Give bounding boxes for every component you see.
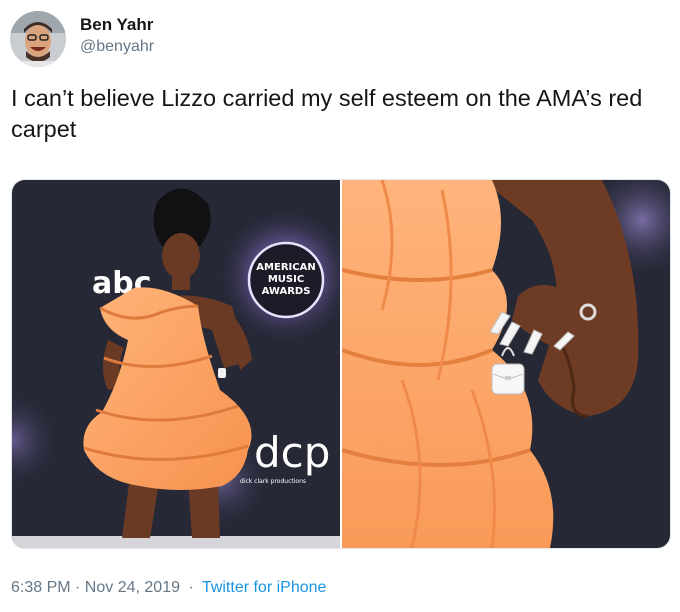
svg-text:dcp: dcp bbox=[254, 428, 330, 477]
author-handle[interactable]: @benyahr bbox=[80, 38, 154, 56]
ama-logo: AMERICAN MUSIC AWARDS bbox=[247, 241, 325, 319]
meta-separator: · bbox=[188, 579, 194, 596]
dcp-logo: dcp dick clark productions bbox=[240, 428, 330, 485]
avatar[interactable] bbox=[10, 11, 66, 67]
avatar-image bbox=[10, 11, 66, 67]
author-name[interactable]: Ben Yahr bbox=[80, 15, 153, 35]
timestamp[interactable]: 6:38 PM · Nov 24, 2019 bbox=[11, 579, 180, 596]
photo-left[interactable]: abc AMERICAN MUSIC AWARDS dcp dick clark… bbox=[12, 180, 340, 548]
svg-text:MUSIC: MUSIC bbox=[268, 274, 304, 285]
tweet-text: I can’t believe Lizzo carried my self es… bbox=[11, 85, 643, 142]
svg-text:AWARDS: AWARDS bbox=[262, 286, 311, 297]
photo-right[interactable] bbox=[342, 180, 670, 548]
source-link[interactable]: Twitter for iPhone bbox=[202, 579, 327, 596]
svg-text:AMERICAN: AMERICAN bbox=[256, 262, 315, 273]
svg-text:dick clark productions: dick clark productions bbox=[240, 478, 306, 485]
tweet-meta: 6:38 PM · Nov 24, 2019 · Twitter for iPh… bbox=[11, 579, 326, 597]
media-grid: abc AMERICAN MUSIC AWARDS dcp dick clark… bbox=[11, 179, 671, 549]
